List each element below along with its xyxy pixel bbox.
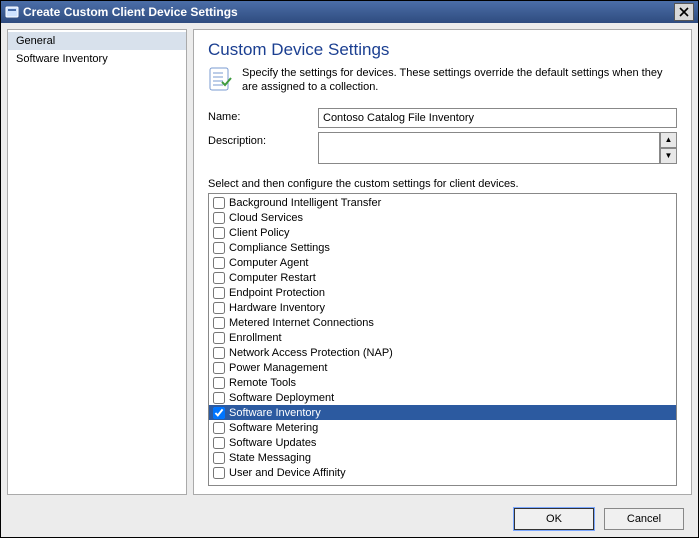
settings-item-label: Software Metering <box>229 422 318 434</box>
dialog-footer: OK Cancel <box>1 501 698 537</box>
settings-item-label: Software Updates <box>229 437 316 449</box>
settings-item-label: Compliance Settings <box>229 242 330 254</box>
settings-checkbox[interactable] <box>213 272 225 284</box>
nav-sidebar: GeneralSoftware Inventory <box>7 29 187 495</box>
settings-list-item[interactable]: Enrollment <box>209 330 676 345</box>
intro-row: Specify the settings for devices. These … <box>208 66 677 94</box>
name-input[interactable] <box>318 108 677 128</box>
page-heading: Custom Device Settings <box>208 40 677 60</box>
dialog-window: Create Custom Client Device Settings Gen… <box>0 0 699 538</box>
main-panel: Custom Device Settings Specify the setti… <box>193 29 692 495</box>
settings-checkbox[interactable] <box>213 362 225 374</box>
settings-list-item[interactable]: Metered Internet Connections <box>209 315 676 330</box>
settings-checkbox[interactable] <box>213 257 225 269</box>
description-input[interactable] <box>318 132 660 164</box>
settings-checkbox[interactable] <box>213 377 225 389</box>
settings-list-item[interactable]: Background Intelligent Transfer <box>209 195 676 210</box>
settings-list-item[interactable]: Network Access Protection (NAP) <box>209 345 676 360</box>
settings-item-label: User and Device Affinity <box>229 467 346 479</box>
app-icon <box>5 5 19 19</box>
settings-checkbox[interactable] <box>213 407 225 419</box>
settings-item-label: Enrollment <box>229 332 282 344</box>
settings-list-item[interactable]: Compliance Settings <box>209 240 676 255</box>
settings-checkbox[interactable] <box>213 212 225 224</box>
settings-item-label: Network Access Protection (NAP) <box>229 347 393 359</box>
description-label: Description: <box>208 132 318 147</box>
settings-item-label: Hardware Inventory <box>229 302 325 314</box>
close-button[interactable] <box>674 3 694 21</box>
settings-list-item[interactable]: Hardware Inventory <box>209 300 676 315</box>
settings-checkbox[interactable] <box>213 302 225 314</box>
settings-list-item[interactable]: Power Management <box>209 360 676 375</box>
settings-list-item[interactable]: Software Metering <box>209 420 676 435</box>
name-label: Name: <box>208 108 318 123</box>
settings-instruction: Select and then configure the custom set… <box>208 178 677 190</box>
settings-list-item[interactable]: State Messaging <box>209 450 676 465</box>
settings-checkbox[interactable] <box>213 437 225 449</box>
settings-item-label: Computer Restart <box>229 272 316 284</box>
description-scroll: ▲ ▼ <box>660 132 677 164</box>
settings-item-label: Remote Tools <box>229 377 296 389</box>
description-row: Description: ▲ ▼ <box>208 132 677 164</box>
settings-item-label: Client Policy <box>229 227 290 239</box>
settings-list-icon <box>208 66 234 92</box>
settings-item-label: Background Intelligent Transfer <box>229 197 381 209</box>
sidebar-item[interactable]: General <box>8 32 186 50</box>
settings-checkbox[interactable] <box>213 332 225 344</box>
settings-list-item[interactable]: Remote Tools <box>209 375 676 390</box>
settings-item-label: State Messaging <box>229 452 311 464</box>
settings-checkbox[interactable] <box>213 452 225 464</box>
settings-list-item[interactable]: Computer Restart <box>209 270 676 285</box>
settings-list-item[interactable]: Software Updates <box>209 435 676 450</box>
settings-list-item[interactable]: Software Deployment <box>209 390 676 405</box>
settings-checkbox[interactable] <box>213 242 225 254</box>
settings-checkbox[interactable] <box>213 422 225 434</box>
settings-list-item[interactable]: Software Inventory <box>209 405 676 420</box>
settings-checkbox[interactable] <box>213 287 225 299</box>
dialog-body: GeneralSoftware Inventory Custom Device … <box>1 23 698 501</box>
settings-item-label: Cloud Services <box>229 212 303 224</box>
settings-checkbox[interactable] <box>213 347 225 359</box>
settings-list[interactable]: Background Intelligent Transfer Cloud Ser… <box>208 193 677 486</box>
settings-item-label: Software Inventory <box>229 407 321 419</box>
settings-checkbox[interactable] <box>213 317 225 329</box>
settings-checkbox[interactable] <box>213 227 225 239</box>
window-title: Create Custom Client Device Settings <box>23 5 674 19</box>
settings-item-label: Endpoint Protection <box>229 287 325 299</box>
settings-item-label: Software Deployment <box>229 392 334 404</box>
settings-checkbox[interactable] <box>213 467 225 479</box>
cancel-button[interactable]: Cancel <box>604 508 684 530</box>
ok-button[interactable]: OK <box>514 508 594 530</box>
settings-list-item[interactable]: User and Device Affinity <box>209 465 676 480</box>
scroll-down-button[interactable]: ▼ <box>660 148 677 164</box>
settings-list-item[interactable]: Endpoint Protection <box>209 285 676 300</box>
sidebar-item[interactable]: Software Inventory <box>8 50 186 68</box>
settings-list-item[interactable]: Computer Agent <box>209 255 676 270</box>
settings-item-label: Metered Internet Connections <box>229 317 374 329</box>
settings-item-label: Computer Agent <box>229 257 309 269</box>
settings-list-item[interactable]: Cloud Services <box>209 210 676 225</box>
settings-checkbox[interactable] <box>213 392 225 404</box>
scroll-up-button[interactable]: ▲ <box>660 132 677 148</box>
settings-list-item[interactable]: Client Policy <box>209 225 676 240</box>
intro-text: Specify the settings for devices. These … <box>242 66 677 94</box>
settings-item-label: Power Management <box>229 362 327 374</box>
title-bar[interactable]: Create Custom Client Device Settings <box>1 1 698 23</box>
settings-checkbox[interactable] <box>213 197 225 209</box>
name-row: Name: <box>208 108 677 128</box>
